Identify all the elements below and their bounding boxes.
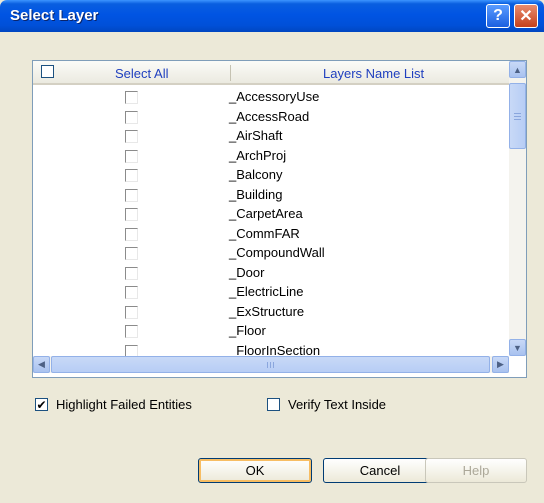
ok-label: OK (245, 463, 265, 478)
layer-checkbox[interactable] (125, 305, 138, 319)
close-icon: ✕ (519, 8, 533, 25)
list-item[interactable]: _CompoundWall (33, 244, 509, 264)
list-item[interactable]: _FloorInSection (33, 342, 509, 357)
chevron-down-icon: ▼ (513, 342, 522, 353)
layer-name: _CommFAR (229, 225, 300, 241)
select-all-header[interactable]: Select All (115, 66, 168, 81)
list-item[interactable]: _CarpetArea (33, 205, 509, 225)
layer-checkbox[interactable] (125, 188, 138, 202)
horizontal-scroll-thumb[interactable] (51, 356, 490, 373)
checkmark-icon: ✔ (36, 397, 47, 412)
chevron-left-icon: ◀ (38, 359, 45, 369)
layer-list[interactable]: Select All Layers Name List _AccessoryUs… (32, 60, 527, 378)
title-bar[interactable]: Select Layer ? ✕ (0, 0, 544, 32)
highlight-failed-label: Highlight Failed Entities (56, 397, 192, 412)
help-label: Help (462, 463, 490, 478)
verify-text-checkbox[interactable] (267, 398, 280, 411)
thumb-grip (273, 362, 274, 368)
question-mark-icon: ? (493, 7, 503, 24)
list-item[interactable]: _CommFAR (33, 225, 509, 245)
verify-text-label: Verify Text Inside (288, 397, 387, 412)
layer-checkbox[interactable] (125, 247, 138, 260)
list-item[interactable]: _Door (33, 264, 509, 284)
layer-name: _Floor (229, 323, 266, 338)
layer-checkbox[interactable] (125, 344, 138, 356)
layer-name: _ExStructure (229, 303, 305, 319)
layer-rows: _AccessoryUse _AccessRoad _AirShaft _ArchPr… (33, 88, 509, 356)
help-button[interactable]: Help (425, 458, 527, 483)
layer-checkbox[interactable] (125, 227, 138, 241)
thumb-grip (514, 113, 521, 114)
layer-checkbox[interactable] (125, 130, 138, 143)
close-button[interactable]: ✕ (514, 4, 538, 28)
layer-name: _AccessRoad (229, 108, 310, 124)
list-header: Select All Layers Name List (33, 61, 509, 85)
select-all-checkbox[interactable] (41, 65, 54, 78)
chevron-up-icon: ▲ (513, 64, 522, 75)
window-title: Select Layer (10, 7, 99, 24)
layer-name: _ElectricLine (229, 284, 304, 299)
list-item[interactable]: _AccessRoad (33, 108, 509, 128)
horizontal-scrollbar[interactable]: ◀ ▶ (33, 356, 509, 373)
thumb-grip (514, 116, 521, 117)
list-item[interactable]: _ArchProj (33, 147, 509, 167)
layer-checkbox[interactable] (125, 91, 138, 104)
column-divider[interactable] (230, 65, 231, 81)
layer-name: _CarpetArea (229, 206, 303, 221)
list-item[interactable]: _AccessoryUse (33, 88, 509, 108)
highlight-failed-checkbox[interactable]: ✔ (35, 398, 48, 411)
layer-checkbox[interactable] (125, 208, 138, 221)
layer-name: _CompoundWall (229, 245, 325, 260)
layer-name: _AccessoryUse (229, 89, 320, 104)
list-item[interactable]: _AirShaft (33, 127, 509, 147)
layers-name-header[interactable]: Layers Name List (323, 66, 424, 81)
layer-name: _Door (229, 264, 265, 280)
layer-checkbox[interactable] (125, 169, 138, 182)
layer-checkbox[interactable] (125, 286, 138, 299)
vertical-scrollbar[interactable]: ▲ ▼ (509, 61, 526, 356)
chevron-right-icon: ▶ (497, 359, 504, 369)
scroll-up-button[interactable]: ▲ (509, 61, 526, 78)
verify-text-option[interactable]: Verify Text Inside (267, 397, 386, 412)
vertical-scroll-thumb[interactable] (509, 83, 526, 149)
help-title-button[interactable]: ? (486, 4, 510, 28)
list-item[interactable]: _Floor (33, 322, 509, 342)
scroll-right-button[interactable]: ▶ (492, 356, 509, 373)
list-item[interactable]: _ElectricLine (33, 283, 509, 303)
cancel-button[interactable]: Cancel (323, 458, 437, 483)
layer-name: _AirShaft (229, 128, 283, 143)
layer-name: _Building (229, 186, 283, 202)
thumb-grip (270, 362, 271, 368)
layer-name: _Balcony (229, 167, 283, 182)
layer-checkbox[interactable] (125, 110, 138, 124)
list-item[interactable]: _Building (33, 186, 509, 206)
layer-name: _ArchProj (229, 147, 287, 163)
layer-checkbox[interactable] (125, 266, 138, 280)
thumb-grip (514, 119, 521, 120)
ok-button[interactable]: OK (198, 458, 312, 483)
layer-checkbox[interactable] (125, 149, 138, 163)
list-item[interactable]: _Balcony (33, 166, 509, 186)
highlight-failed-option[interactable]: ✔ Highlight Failed Entities (35, 397, 192, 412)
scroll-left-button[interactable]: ◀ (33, 356, 50, 373)
layer-checkbox[interactable] (125, 325, 138, 338)
layer-name: _FloorInSection (229, 342, 321, 357)
list-item[interactable]: _ExStructure (33, 303, 509, 323)
cancel-label: Cancel (359, 463, 401, 478)
thumb-grip (267, 362, 268, 368)
scroll-down-button[interactable]: ▼ (509, 339, 526, 356)
